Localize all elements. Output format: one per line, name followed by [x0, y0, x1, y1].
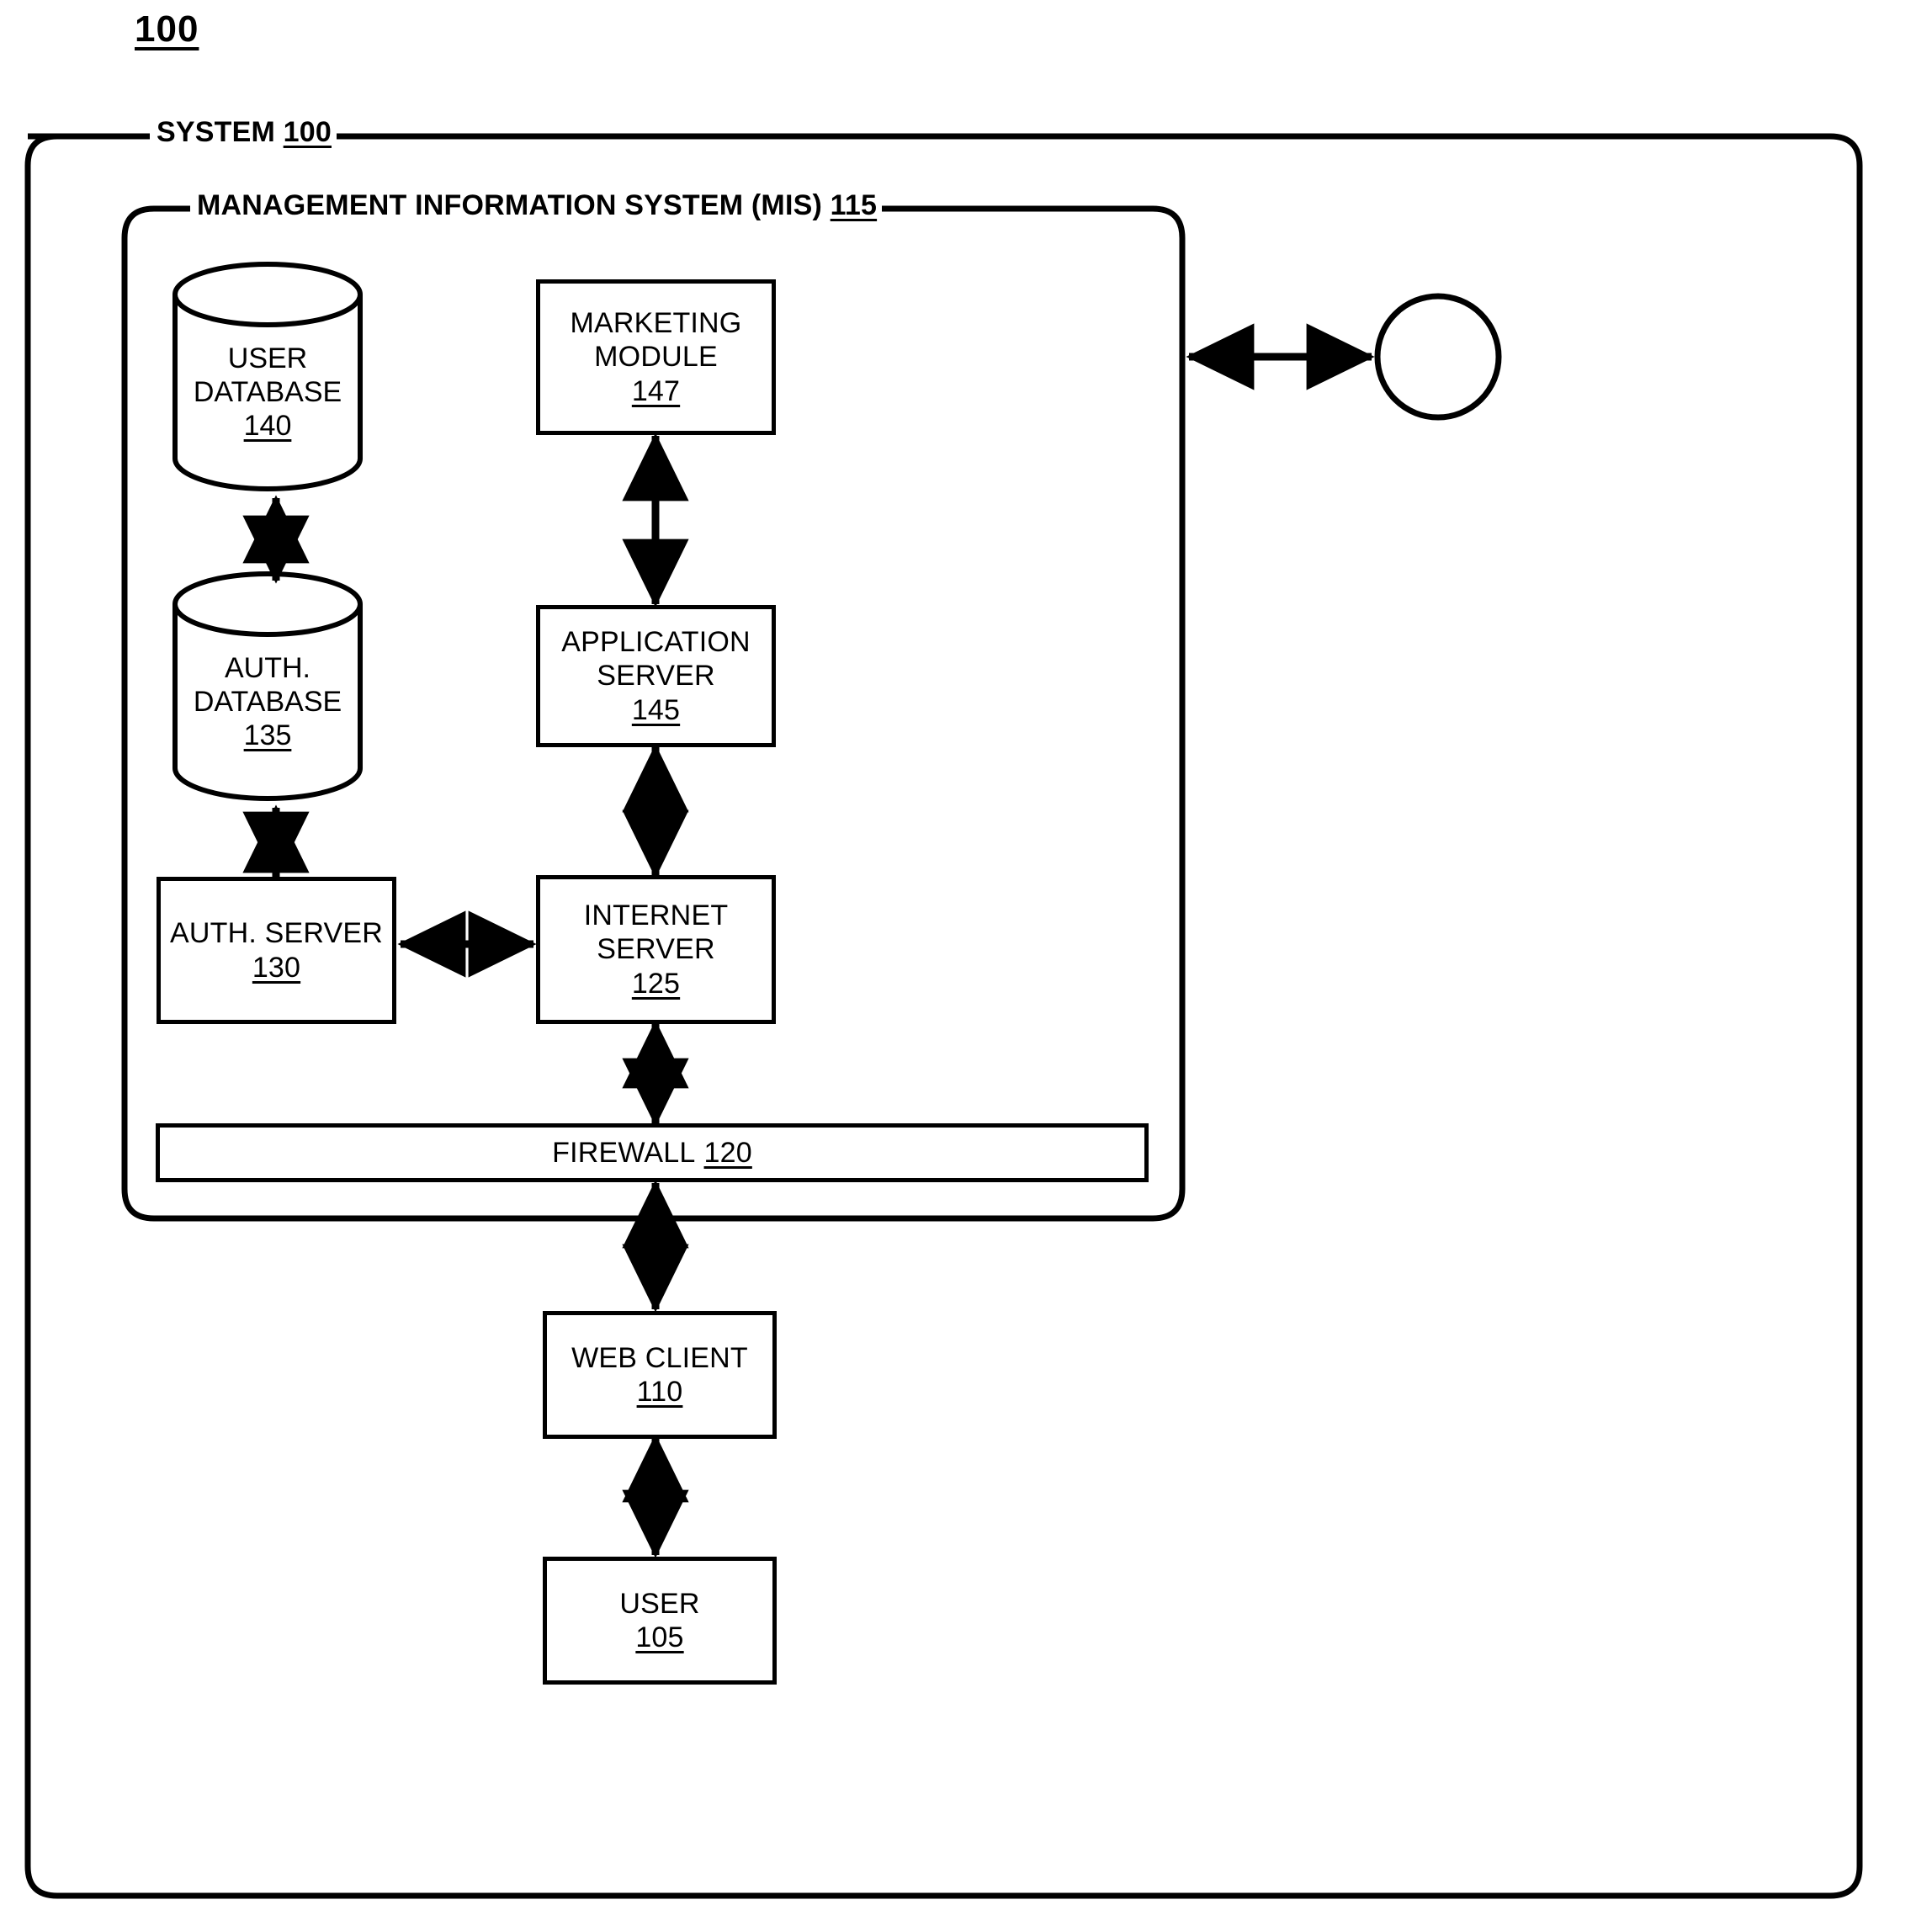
network-node-circle [1374, 293, 1502, 421]
system-boundary-label: SYSTEM 100 [151, 118, 337, 146]
internet-server-node[interactable]: INTERNET SERVER 125 [536, 875, 776, 1024]
figure-number: 100 [135, 8, 199, 50]
connection-arrows [242, 323, 1375, 1558]
marketing-module-line2: MODULE [594, 341, 718, 374]
marketing-module-node[interactable]: MARKETING MODULE 147 [536, 279, 776, 435]
web-client-line1: WEB CLIENT [571, 1341, 748, 1374]
firewall-label: FIREWALL [552, 1136, 696, 1169]
application-server-node[interactable]: APPLICATION SERVER 145 [536, 605, 776, 747]
internet-server-line1: INTERNET [583, 899, 729, 932]
auth-database-node[interactable]: AUTH. DATABASE 135 [175, 574, 360, 799]
auth-database-line2: DATABASE [193, 685, 342, 718]
user-node[interactable]: USER 105 [543, 1557, 777, 1685]
patent-figure-canvas: 100 SYSTEM 100 MANAGEMENT INFORMATION SY… [0, 0, 1932, 1921]
application-server-line2: SERVER [597, 660, 715, 693]
user-ref: 105 [635, 1621, 684, 1653]
internet-server-line2: SERVER [597, 933, 715, 966]
web-client-ref: 110 [636, 1376, 683, 1408]
marketing-module-line1: MARKETING [570, 307, 742, 340]
auth-server-line1: AUTH. SERVER [169, 917, 384, 950]
user-database-line1: USER [227, 342, 308, 374]
mis-boundary-label: MANAGEMENT INFORMATION SYSTEM (MIS) 115 [192, 191, 883, 220]
application-server-line1: APPLICATION [561, 626, 751, 659]
auth-server-ref: 130 [252, 951, 301, 984]
user-database-node[interactable]: USER DATABASE 140 [175, 264, 360, 490]
auth-database-ref: 135 [243, 719, 292, 752]
firewall-node[interactable]: FIREWALL 120 [156, 1123, 1149, 1182]
web-client-node[interactable]: WEB CLIENT 110 [543, 1311, 777, 1439]
internet-server-ref: 125 [631, 967, 681, 1000]
user-database-ref: 140 [243, 410, 292, 443]
user-line1: USER [619, 1587, 700, 1620]
auth-database-line1: AUTH. [225, 651, 310, 684]
auth-server-node[interactable]: AUTH. SERVER 130 [157, 877, 396, 1024]
firewall-ref: 120 [703, 1136, 752, 1169]
user-database-line2: DATABASE [193, 375, 342, 408]
application-server-ref: 145 [631, 693, 681, 726]
marketing-module-ref: 147 [631, 374, 681, 407]
